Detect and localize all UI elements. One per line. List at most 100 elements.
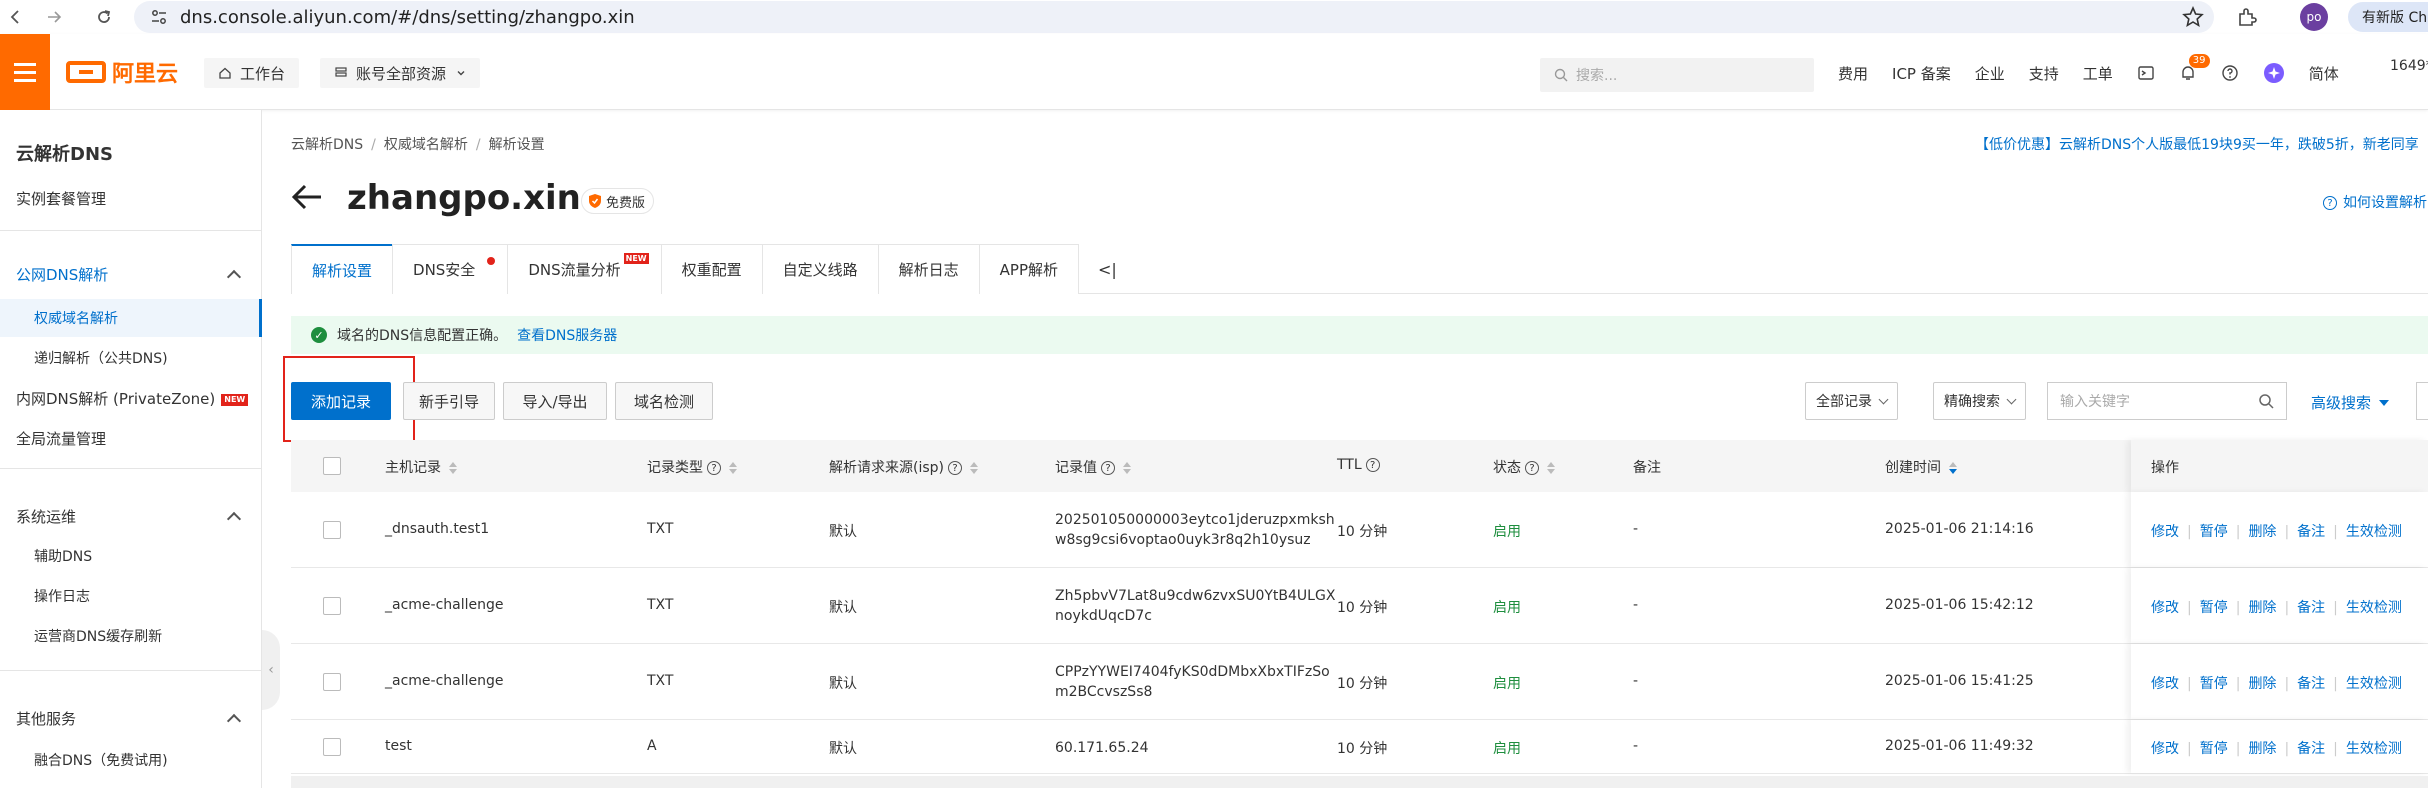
help-link[interactable]: ? 如何设置解析 — [2323, 192, 2427, 212]
workbench-button[interactable]: 工作台 — [204, 58, 300, 88]
col-created[interactable]: 创建时间 — [1885, 457, 1957, 477]
profile-avatar[interactable]: po — [2300, 3, 2328, 31]
new-version-button[interactable]: 有新版 Ch — [2348, 2, 2428, 32]
question-circle-icon[interactable]: ? — [707, 461, 721, 475]
delete-action-link[interactable]: 删除 — [2248, 600, 2276, 616]
tab-weight-config[interactable]: 权重配置 — [660, 244, 763, 294]
menu-icon[interactable] — [0, 34, 50, 110]
promo-banner-link[interactable]: 【低价优惠】云解析DNS个人版最低19块9买一年，跌破5折，新老同享 — [1975, 134, 2419, 154]
breadcrumb-item[interactable]: 权威域名解析 — [384, 137, 468, 153]
help-icon[interactable] — [2221, 64, 2239, 82]
tab-app-resolve[interactable]: APP解析 — [978, 244, 1080, 294]
advanced-search-toggle[interactable]: 高级搜索 — [2311, 392, 2390, 413]
remark-action-link[interactable]: 备注 — [2297, 600, 2325, 616]
sidebar-item-recursive[interactable]: 递归解析（公共DNS) — [34, 348, 168, 368]
tab-resolve-log[interactable]: 解析日志 — [877, 244, 980, 294]
site-info-icon[interactable] — [148, 6, 170, 28]
chevron-up-icon[interactable] — [226, 713, 242, 729]
record-filter-select[interactable]: 全部记录 — [1805, 382, 1898, 420]
settings-button[interactable] — [2416, 382, 2428, 420]
global-search-input[interactable]: 搜索... — [1540, 58, 1814, 92]
forward-icon[interactable] — [38, 0, 70, 34]
link-enterprise[interactable]: 企业 — [1975, 63, 2005, 84]
row-checkbox[interactable] — [323, 673, 341, 691]
check-action-link[interactable]: 生效检测 — [2346, 676, 2402, 692]
edit-action-link[interactable]: 修改 — [2151, 741, 2179, 757]
sidebar-item-global-traffic[interactable]: 全局流量管理 — [16, 428, 106, 449]
search-mode-select[interactable]: 精确搜索 — [1933, 382, 2026, 420]
delete-action-link[interactable]: 删除 — [2248, 676, 2276, 692]
pause-action-link[interactable]: 暂停 — [2200, 600, 2228, 616]
link-icp[interactable]: ICP 备案 — [1892, 63, 1951, 84]
resource-selector[interactable]: 账号全部资源 — [320, 58, 481, 88]
link-billing[interactable]: 费用 — [1838, 63, 1868, 84]
tab-dns-security[interactable]: DNS安全 — [392, 244, 509, 294]
row-checkbox[interactable] — [323, 738, 341, 756]
breadcrumb-item[interactable]: 云解析DNS — [291, 137, 363, 153]
delete-action-link[interactable]: 删除 — [2248, 741, 2276, 757]
tab-dns-traffic[interactable]: DNS流量分析 NEW — [507, 244, 662, 294]
col-source[interactable]: 解析请求来源(isp)? — [829, 457, 978, 477]
row-checkbox[interactable] — [323, 521, 341, 539]
bookmark-star-icon[interactable] — [2182, 5, 2204, 32]
assistant-icon[interactable] — [2263, 62, 2285, 84]
sidebar-item-isp-refresh[interactable]: 运营商DNS缓存刷新 — [34, 626, 162, 646]
tab-collapse-button[interactable]: <| — [1078, 244, 1137, 294]
check-action-link[interactable]: 生效检测 — [2346, 741, 2402, 757]
view-dns-servers-link[interactable]: 查看DNS服务器 — [517, 325, 617, 345]
bell-icon[interactable]: 39 — [2179, 54, 2210, 82]
keyword-input[interactable]: 输入关键字 — [2047, 382, 2287, 420]
check-action-link[interactable]: 生效检测 — [2346, 600, 2402, 616]
col-host[interactable]: 主机记录 — [385, 457, 457, 477]
account-id[interactable]: 1649* — [2390, 58, 2428, 74]
question-circle-icon[interactable]: ? — [948, 461, 962, 475]
remark-action-link[interactable]: 备注 — [2297, 676, 2325, 692]
pause-action-link[interactable]: 暂停 — [2200, 524, 2228, 540]
col-type[interactable]: 记录类型? — [647, 457, 737, 477]
question-circle-icon[interactable]: ? — [1365, 458, 1380, 472]
sidebar-item-private-dns[interactable]: 内网DNS解析 (PrivateZone) NEW — [16, 388, 249, 409]
sidebar-section-public-dns[interactable]: 公网DNS解析 — [16, 264, 108, 285]
chevron-up-icon[interactable] — [226, 511, 242, 527]
tab-custom-line[interactable]: 自定义线路 — [761, 244, 879, 294]
edit-action-link[interactable]: 修改 — [2151, 676, 2179, 692]
domain-check-button[interactable]: 域名检测 — [615, 382, 713, 420]
select-all-checkbox[interactable] — [323, 457, 341, 475]
extensions-icon[interactable] — [2236, 0, 2258, 34]
search-icon[interactable] — [2258, 393, 2274, 413]
sidebar-item-fusion-dns[interactable]: 融合DNS（免费试用) — [34, 750, 168, 770]
sidebar-item-aux-dns[interactable]: 辅助DNS — [34, 546, 92, 566]
sidebar-item-authoritative[interactable]: 权威域名解析 — [34, 308, 118, 328]
terminal-icon[interactable] — [2137, 64, 2155, 82]
reload-icon[interactable] — [88, 0, 120, 34]
horizontal-scrollbar[interactable] — [291, 776, 2428, 788]
pause-action-link[interactable]: 暂停 — [2200, 741, 2228, 757]
sidebar-item-op-log[interactable]: 操作日志 — [34, 586, 90, 606]
col-value[interactable]: 记录值? — [1055, 457, 1131, 477]
remark-action-link[interactable]: 备注 — [2297, 741, 2325, 757]
back-icon[interactable] — [0, 0, 32, 34]
chevron-up-icon[interactable] — [226, 269, 242, 285]
check-action-link[interactable]: 生效检测 — [2346, 524, 2402, 540]
link-ticket[interactable]: 工单 — [2083, 63, 2113, 84]
aliyun-logo[interactable]: 阿里云 — [66, 56, 178, 88]
question-circle-icon[interactable]: ? — [1101, 461, 1115, 475]
row-checkbox[interactable] — [323, 597, 341, 615]
sidebar-item-instance[interactable]: 实例套餐管理 — [16, 188, 106, 209]
sidebar-section-ops[interactable]: 系统运维 — [16, 506, 76, 527]
sidebar-section-other[interactable]: 其他服务 — [16, 708, 76, 729]
edit-action-link[interactable]: 修改 — [2151, 600, 2179, 616]
pause-action-link[interactable]: 暂停 — [2200, 676, 2228, 692]
back-arrow-icon[interactable] — [291, 182, 325, 212]
language-switch[interactable]: 简体 — [2309, 63, 2339, 84]
remark-action-link[interactable]: 备注 — [2297, 524, 2325, 540]
link-support[interactable]: 支持 — [2029, 63, 2059, 84]
question-circle-icon[interactable]: ? — [1525, 461, 1539, 475]
edit-action-link[interactable]: 修改 — [2151, 524, 2179, 540]
address-bar[interactable]: dns.console.aliyun.com/#/dns/setting/zha… — [134, 1, 2214, 33]
import-export-button[interactable]: 导入/导出 — [503, 382, 607, 420]
guide-button[interactable]: 新手引导 — [403, 382, 495, 420]
tab-resolve-settings[interactable]: 解析设置 — [291, 244, 394, 294]
col-status[interactable]: 状态? — [1493, 457, 1555, 477]
delete-action-link[interactable]: 删除 — [2248, 524, 2276, 540]
